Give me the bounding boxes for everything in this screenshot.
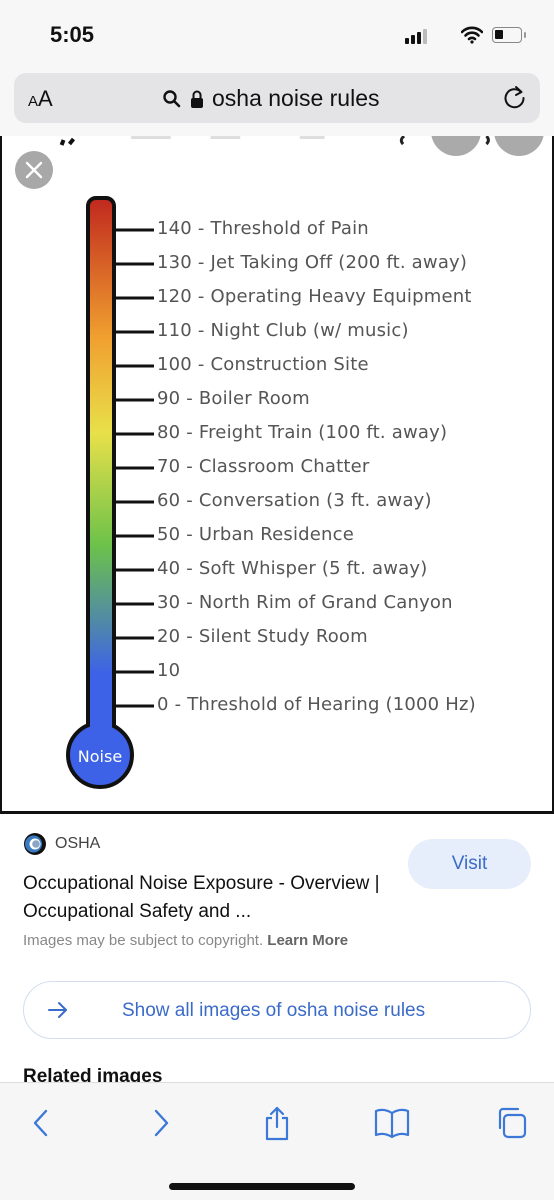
source-name: OSHA [55,835,101,852]
scale-label: 20 - Silent Study Room [157,626,368,647]
show-all-label: Show all images of osha noise rules [122,1000,426,1021]
forward-chevron-icon [154,1109,169,1137]
scale-label: 10 [157,660,181,681]
scale-label: 30 - North Rim of Grand Canyon [157,592,453,613]
scale-label: 120 - Operating Heavy Equipment [157,286,472,307]
scale-label: 80 - Freight Train (100 ft. away) [157,422,448,443]
search-icon [163,89,181,107]
back-chevron-icon [33,1109,48,1137]
scale-label: 140 - Threshold of Pain [157,218,369,239]
scale-label: 110 - Night Club (w/ music) [157,320,409,341]
scale-label: 60 - Conversation (3 ft. away) [157,490,432,511]
text-size-small-a: A [28,93,39,110]
tabs-icon [498,1107,527,1139]
arrow-right-icon [48,1002,67,1018]
bulb-label: Noise [78,747,122,766]
result-title-link[interactable]: Occupational Noise Exposure - Overview |… [23,870,403,926]
scale-label: 100 - Construction Site [157,354,369,375]
show-all-images-button[interactable]: Show all images of osha noise rules [23,981,531,1039]
image-viewer: Noise 140 - Threshold of Pain 130 - Jet T… [0,136,554,814]
status-bar: 5:05 [0,0,554,70]
thermometer-tube [86,196,116,760]
copyright-notice: Images may be subject to copyright. Lear… [23,932,348,949]
address-bar[interactable]: AA osha noise rules [14,73,540,123]
osha-logo-icon [24,833,46,855]
bookmarks-button[interactable] [372,1103,412,1143]
scale-label: 40 - Soft Whisper (5 ft. away) [157,558,428,579]
text-size-large-a: A [38,86,53,111]
back-button[interactable] [21,1103,61,1143]
scale-label: 0 - Threshold of Hearing (1000 Hz) [157,694,476,715]
scale-label: 70 - Classroom Chatter [157,456,370,477]
home-indicator [169,1183,355,1190]
share-icon [265,1106,289,1141]
lock-icon [191,90,203,108]
scale-label: 50 - Urban Residence [157,524,355,545]
scale-label: 130 - Jet Taking Off (200 ft. away) [157,252,468,273]
battery-icon [492,27,526,43]
wifi-icon [461,26,483,44]
address-bar-area: AA osha noise rules [0,70,554,136]
url-display[interactable]: osha noise rules [162,85,380,112]
share-button[interactable] [257,1103,297,1143]
text-size-button[interactable]: AA [28,86,53,112]
reload-icon[interactable] [502,85,528,111]
cellular-signal-icon [405,28,433,44]
forward-button[interactable] [141,1103,181,1143]
source-row[interactable]: OSHA [23,832,100,856]
safari-screen: 5:05 AA osha noise rules Noise 140 - Thr… [0,0,554,1200]
bookmarks-book-icon [374,1108,410,1139]
learn-more-link[interactable]: Learn More [267,932,348,949]
scale-label: 90 - Boiler Room [157,388,310,409]
visit-button[interactable]: Visit [408,839,531,889]
copyright-text: Images may be subject to copyright. [23,932,264,949]
url-text: osha noise rules [212,85,380,111]
status-time: 5:05 [50,22,95,47]
bottom-toolbar [0,1082,554,1200]
tabs-button[interactable] [491,1103,531,1143]
